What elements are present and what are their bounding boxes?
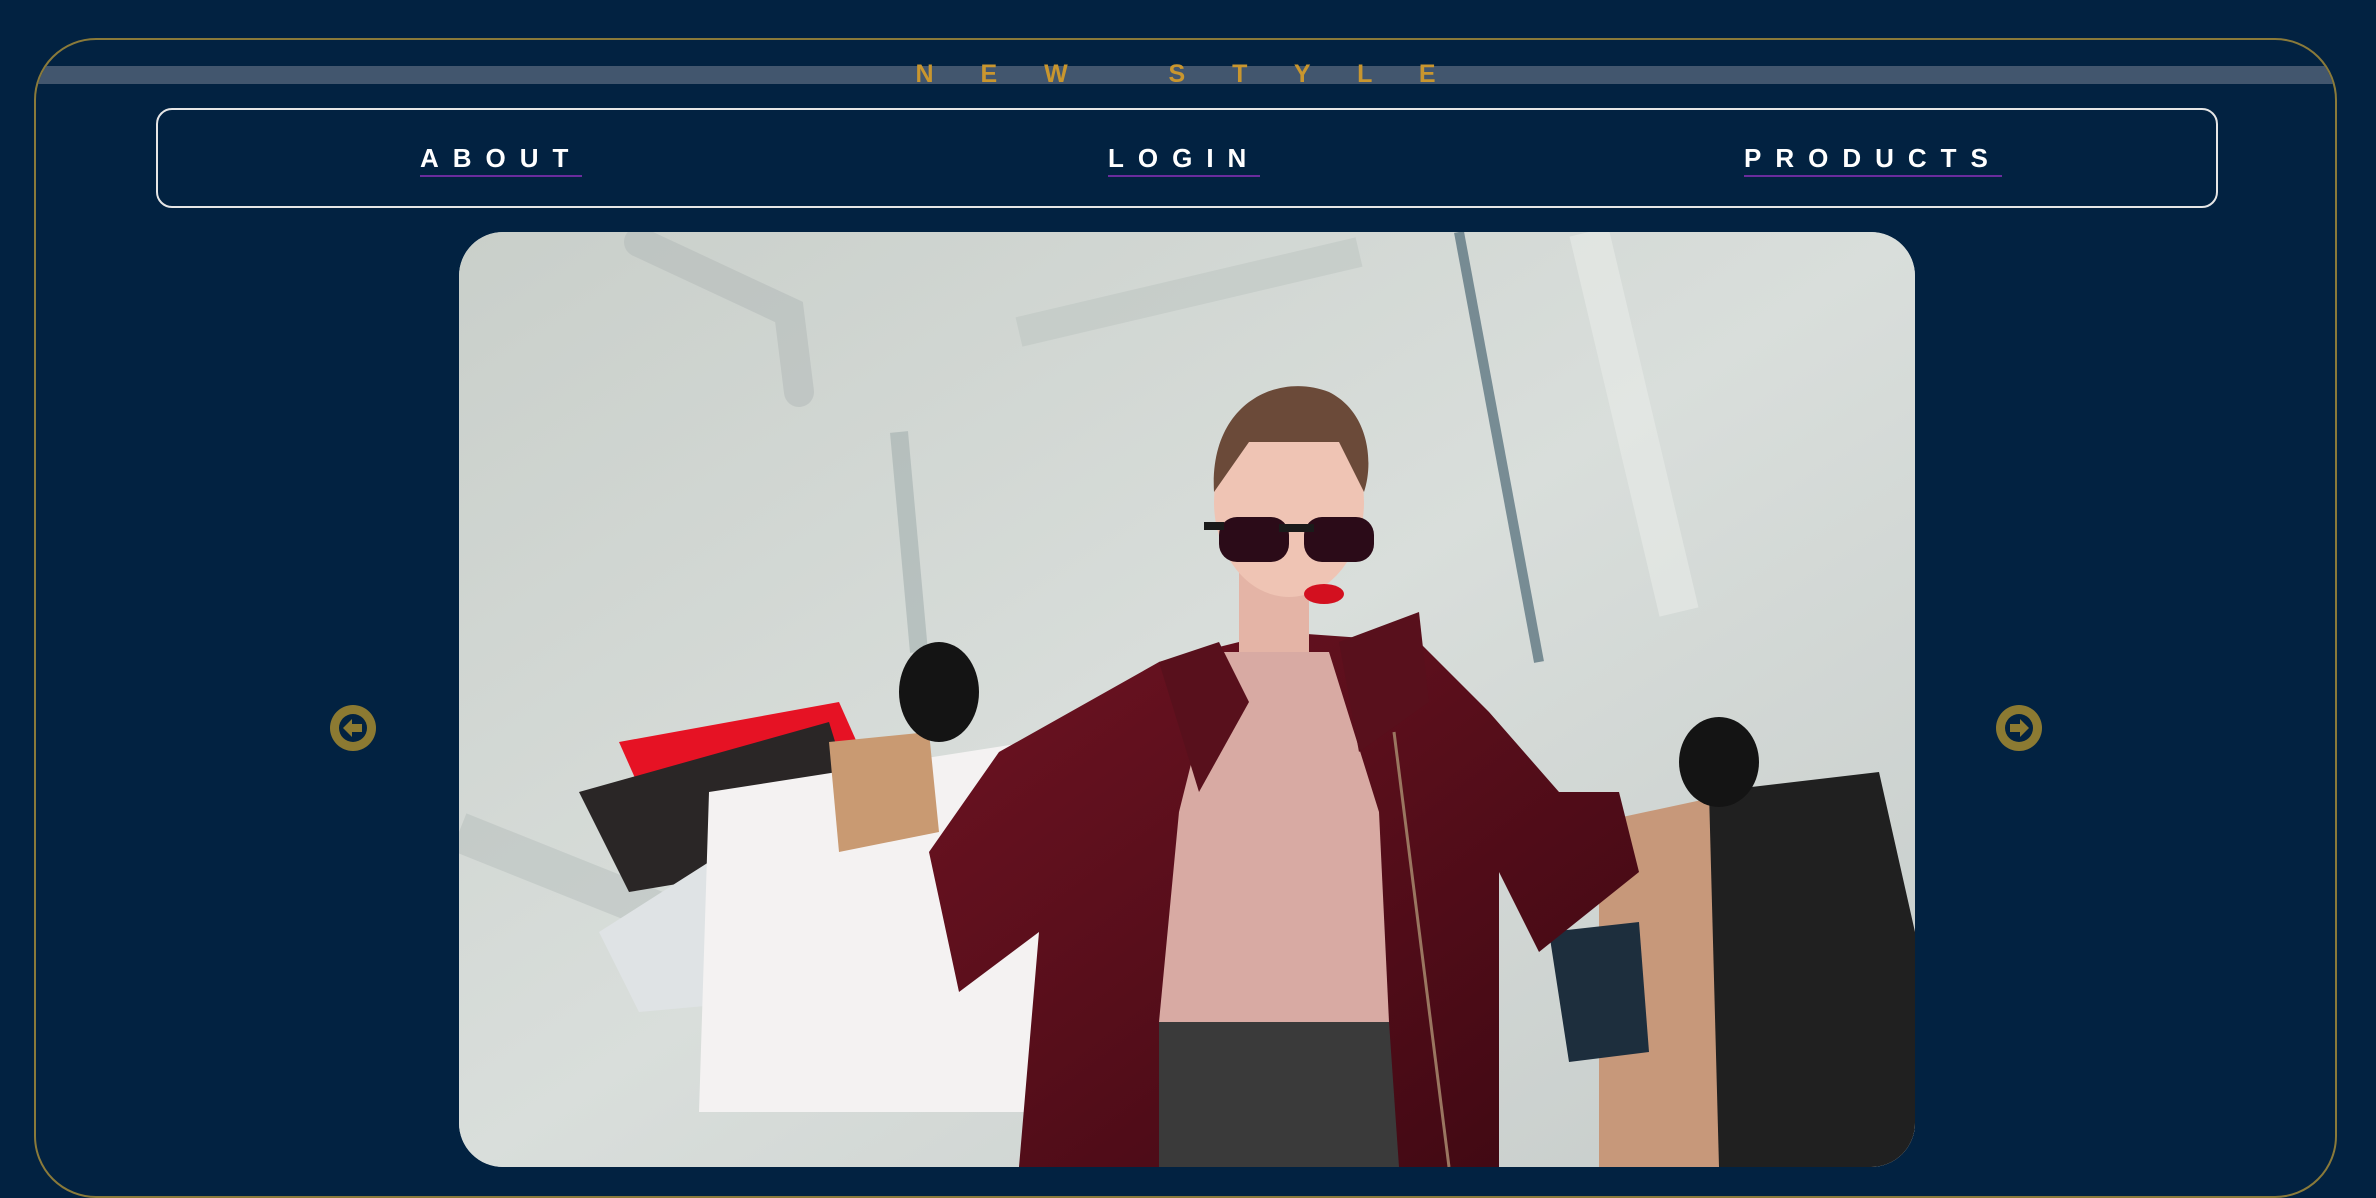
nav-link-about[interactable]: ABOUT (420, 143, 583, 177)
nav-link-login[interactable]: LOGIN (1108, 143, 1261, 177)
fashion-photo (459, 232, 1915, 1167)
nav-link-products[interactable]: PRODUCTS (1744, 143, 2002, 177)
carousel-next-button[interactable] (1996, 705, 2042, 751)
hero-image (459, 232, 1915, 1167)
arrow-left-circle-icon (339, 714, 367, 742)
brand-title: N E W S T Y L E (915, 60, 1456, 88)
carousel-prev-button[interactable] (330, 705, 376, 751)
main-nav: ABOUT LOGIN PRODUCTS (156, 108, 2218, 208)
arrow-right-circle-icon (2005, 714, 2033, 742)
